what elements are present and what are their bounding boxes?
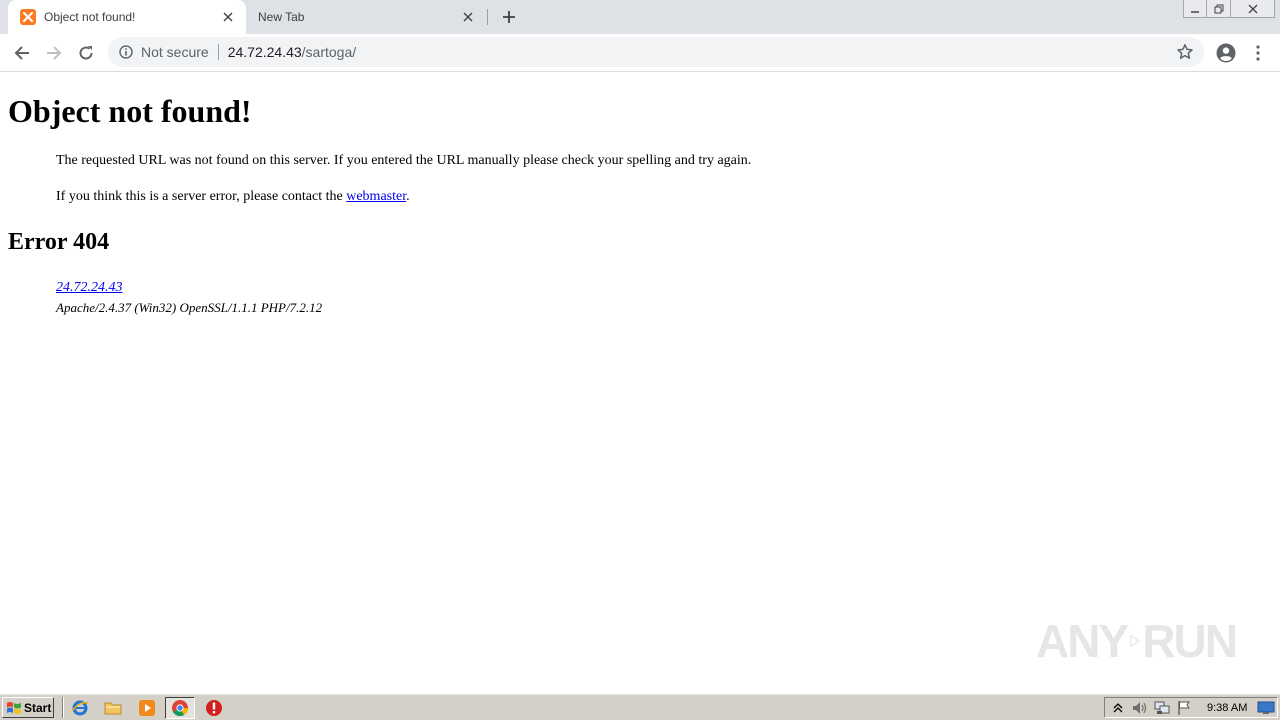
tab-strip: Object not found! New Tab (0, 0, 1280, 34)
account-circle-icon (1216, 43, 1236, 63)
info-icon[interactable] (118, 44, 134, 60)
taskbar: Start 9:38 AM (0, 693, 1280, 720)
url-text[interactable]: 24.72.24.43/sartoga/ (228, 44, 356, 60)
arrow-right-icon (47, 46, 62, 60)
reload-button[interactable] (72, 39, 100, 67)
close-icon (1248, 4, 1257, 13)
page-heading: Object not found! (8, 93, 252, 129)
restore-icon (1214, 4, 1223, 13)
not-found-message: The requested URL was not found on this … (56, 153, 752, 168)
server-address: 24.72.24.43 Apache/2.4.37 (Win32) OpenSS… (56, 277, 1272, 318)
folder-icon[interactable] (103, 698, 123, 718)
taskbar-divider (62, 697, 64, 718)
start-label: Start (24, 700, 52, 715)
profile-button[interactable] (1214, 39, 1238, 67)
taskbar-clock[interactable]: 9:38 AM (1207, 702, 1247, 714)
watermark-text-left: ANY (1036, 615, 1129, 667)
page-content: Object not found! The requested URL was … (8, 72, 1272, 318)
watermark-text-right: RUN (1142, 615, 1238, 667)
contact-message: If you think this is a server error, ple… (56, 188, 1272, 206)
forward-button[interactable] (40, 39, 68, 67)
tab-title: Object not found! (44, 10, 136, 24)
play-triangle-icon (1130, 634, 1140, 648)
not-secure-label[interactable]: Not secure (141, 44, 209, 60)
start-button[interactable]: Start (2, 697, 54, 718)
browser-toolbar: Not secure 24.72.24.43/sartoga/ (0, 34, 1280, 72)
error-code-heading: Error 404 (8, 229, 110, 255)
network-icon[interactable] (1153, 699, 1171, 717)
arrow-left-icon (14, 46, 29, 60)
tab-close-icon[interactable] (456, 5, 480, 29)
browser-menu-button[interactable] (1248, 39, 1268, 67)
webmaster-link[interactable]: webmaster (346, 189, 406, 204)
xampp-favicon-icon (20, 9, 36, 25)
url-host: 24.72.24.43 (227, 44, 302, 60)
server-host-link[interactable]: 24.72.24.43 (56, 280, 123, 295)
omnibox-divider (217, 44, 219, 60)
back-button[interactable] (8, 39, 36, 67)
tab-new-tab[interactable]: New Tab (246, 0, 486, 34)
system-tray: 9:38 AM (1104, 697, 1278, 718)
flag-icon[interactable] (1175, 699, 1193, 717)
reload-icon (79, 46, 93, 60)
media-player-icon[interactable] (137, 698, 157, 718)
chevron-up-icon[interactable] (1109, 699, 1127, 717)
plus-icon (503, 11, 515, 23)
tab-title: New Tab (258, 10, 305, 24)
contact-text-after: . (406, 189, 410, 204)
close-window-button[interactable] (1231, 0, 1275, 18)
bookmark-star-icon[interactable] (1176, 43, 1194, 61)
address-bar[interactable]: Not secure 24.72.24.43/sartoga/ (108, 37, 1204, 67)
ie-icon[interactable] (70, 698, 90, 718)
chrome-icon (172, 700, 189, 717)
window-controls (1183, 0, 1275, 18)
url-path: /sartoga/ (301, 44, 357, 60)
minimize-button[interactable] (1183, 0, 1207, 18)
volume-icon[interactable] (1131, 699, 1149, 717)
kebab-menu-icon (1256, 45, 1260, 61)
anyrun-watermark: ANY RUN (1036, 606, 1238, 676)
restore-button[interactable] (1207, 0, 1231, 18)
stop-icon[interactable] (204, 698, 224, 718)
tab-close-icon[interactable] (216, 5, 240, 29)
server-signature: Apache/2.4.37 (Win32) OpenSSL/1.1.1 PHP/… (56, 300, 323, 315)
minimize-icon (1191, 10, 1199, 13)
contact-text-before: If you think this is a server error, ple… (56, 189, 347, 204)
tab-object-not-found[interactable]: Object not found! (8, 0, 246, 34)
windows-flag-icon (7, 701, 21, 714)
tab-divider (487, 9, 488, 25)
show-desktop-icon[interactable] (1257, 701, 1275, 715)
new-tab-button[interactable] (496, 5, 522, 29)
chrome-taskbar-button[interactable] (165, 697, 195, 719)
